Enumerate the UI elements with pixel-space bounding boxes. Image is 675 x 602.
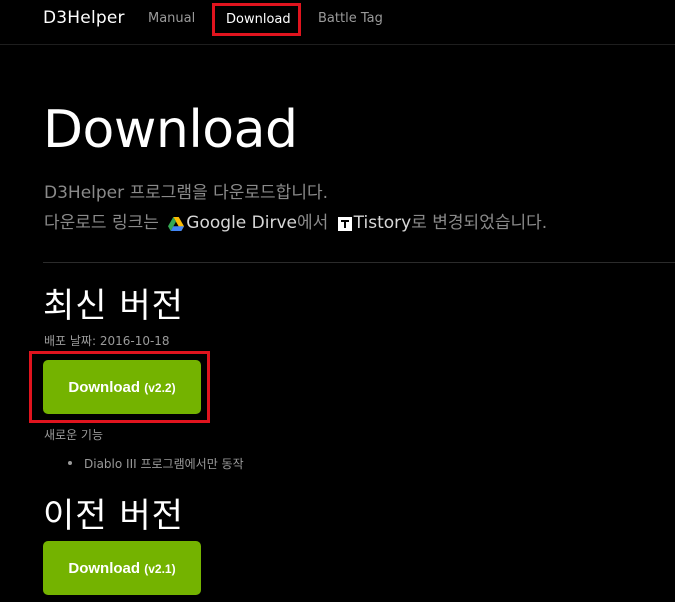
google-drive-icon <box>168 217 185 231</box>
download-previous-label: Download <box>68 560 141 577</box>
hero-description-line2: 다운로드 링크는 Google Dirve에서 Tistory로 변경되었습니다… <box>44 208 547 233</box>
hero-line2-suffix: 로 변경되었습니다. <box>411 213 548 233</box>
tistory-link[interactable]: Tistory <box>354 213 412 233</box>
top-navbar: D3Helper Manual Download Battle Tag <box>0 0 675 45</box>
page: D3Helper Manual Download Battle Tag Down… <box>0 0 675 602</box>
download-previous-button[interactable]: Download (v2.1) <box>43 541 201 595</box>
download-latest-label: Download <box>68 379 141 396</box>
nav-link-manual[interactable]: Manual <box>148 11 195 26</box>
section-divider <box>43 262 675 263</box>
feature-list: Diablo III 프로그램에서만 동작 <box>64 455 244 472</box>
download-previous-version: (v2.1) <box>144 562 176 576</box>
download-latest-button[interactable]: Download (v2.2) <box>43 360 201 414</box>
nav-link-battle-tag[interactable]: Battle Tag <box>318 11 383 26</box>
previous-version-title: 이전 버전 <box>43 496 184 536</box>
release-date: 배포 날짜: 2016-10-18 <box>44 334 170 348</box>
list-item: Diablo III 프로그램에서만 동작 <box>64 455 244 472</box>
page-title: Download <box>43 100 298 160</box>
new-features-label: 새로운 기능 <box>44 428 104 442</box>
latest-version-title: 최신 버전 <box>43 286 184 326</box>
hero-line2-mid: 에서 <box>296 213 329 233</box>
tistory-icon <box>337 217 352 231</box>
nav-link-download[interactable]: Download <box>212 3 301 36</box>
brand-logo[interactable]: D3Helper <box>43 8 125 28</box>
hero-description-line1: D3Helper 프로그램을 다운로드합니다. <box>44 183 329 203</box>
google-drive-link[interactable]: Google Dirve <box>186 213 297 233</box>
download-latest-version: (v2.2) <box>144 381 176 395</box>
hero-line2-prefix: 다운로드 링크는 <box>44 213 159 233</box>
